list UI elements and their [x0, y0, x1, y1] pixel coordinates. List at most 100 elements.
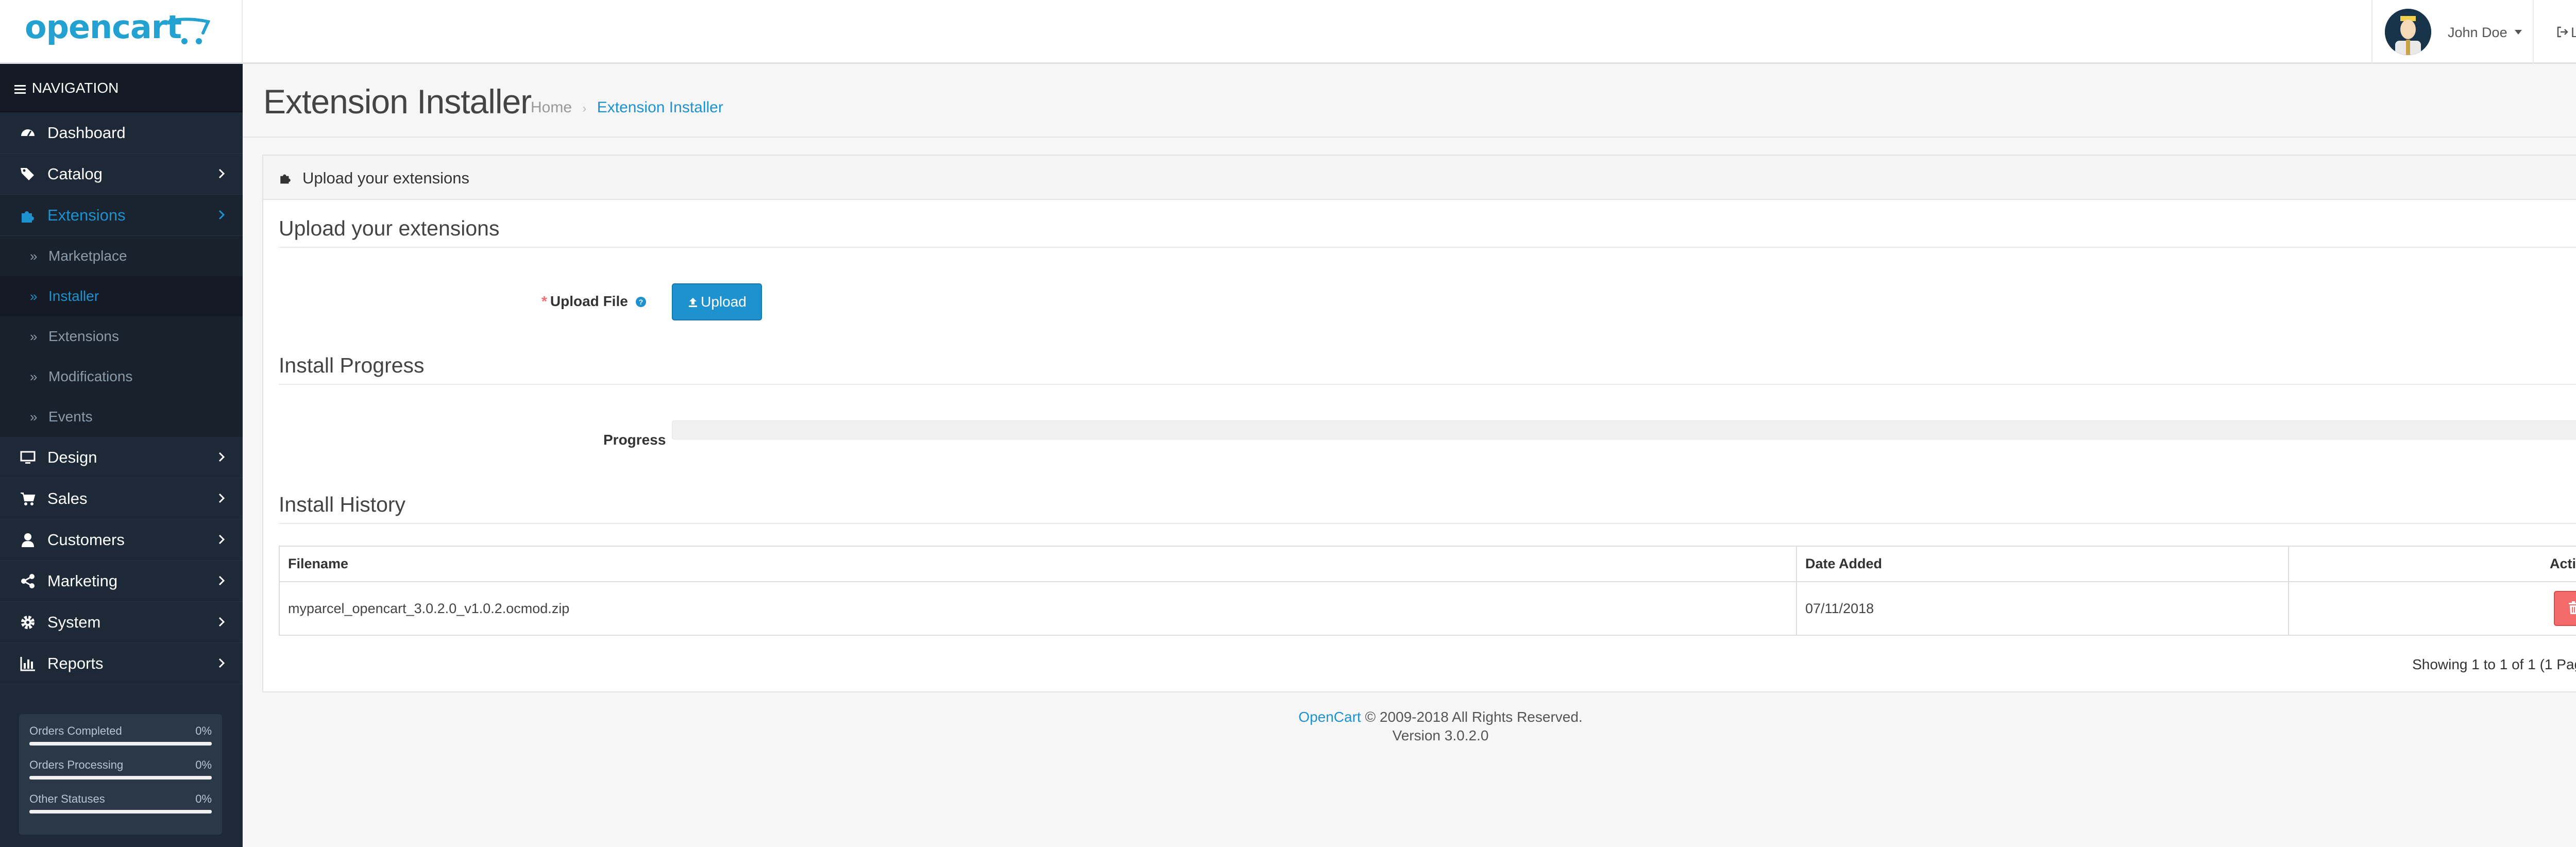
sidebar: NAVIGATION Dashboard Catalog Extensions …	[0, 64, 243, 847]
panel-heading: Upload your extensions	[263, 156, 2576, 200]
page-title: Extension Installer	[263, 82, 532, 121]
sidebar-item-label: System	[47, 613, 101, 631]
cell-action	[2288, 581, 2576, 636]
submenu-item-events[interactable]: » Events	[0, 397, 243, 437]
table-row: myparcel_opencart_3.0.2.0_v1.0.2.ocmod.z…	[279, 581, 2576, 636]
chevron-right-icon	[218, 452, 225, 462]
caret-down-icon	[2515, 30, 2522, 35]
breadcrumb-current-link[interactable]: Extension Installer	[597, 99, 723, 116]
page-header: Extension Installer Home › Extension Ins…	[243, 64, 2576, 138]
sidebar-item-catalog[interactable]: Catalog	[0, 154, 243, 195]
footer: OpenCart © 2009-2018 All Rights Reserved…	[262, 708, 2576, 745]
panel-heading-title: Upload your extensions	[302, 169, 469, 187]
navigation-title: NAVIGATION	[31, 80, 119, 96]
upload-legend: Upload your extensions	[279, 216, 2576, 248]
svg-text:?: ?	[638, 298, 643, 306]
submenu-item-marketplace[interactable]: » Marketplace	[0, 236, 243, 276]
submenu-item-modifications[interactable]: » Modifications	[0, 357, 243, 397]
sidebar-item-label: Design	[47, 448, 97, 466]
order-stats-panel: Orders Completed 0% Orders Processing 0%…	[19, 714, 222, 835]
sidebar-item-sales[interactable]: Sales	[0, 478, 243, 519]
stat-label: Orders Completed	[29, 724, 122, 737]
sidebar-item-system[interactable]: System	[0, 602, 243, 643]
submenu-item-label: Marketplace	[48, 248, 127, 264]
column-header-date-added: Date Added	[1796, 546, 2289, 582]
tags-icon	[21, 168, 34, 180]
logo-text: opencart	[25, 8, 182, 46]
double-chevron-icon: »	[30, 409, 38, 425]
user-dropdown[interactable]: John Doe	[2371, 0, 2533, 64]
chevron-right-icon	[218, 493, 225, 503]
sidebar-item-label: Customers	[47, 531, 125, 549]
install-history-table: Filename Date Added Action myparcel_open…	[279, 546, 2576, 636]
double-chevron-icon: »	[30, 248, 38, 264]
sign-out-icon	[2557, 26, 2568, 38]
opencart-link[interactable]: OpenCart	[1298, 709, 1361, 725]
breadcrumb: Home › Extension Installer	[531, 99, 723, 116]
double-chevron-icon: »	[30, 329, 38, 344]
upload-icon	[689, 298, 698, 307]
install-progress-bar	[672, 420, 2576, 439]
upload-file-label: * Upload File ?	[541, 293, 647, 310]
logo[interactable]: opencart	[0, 0, 243, 64]
sidebar-item-design[interactable]: Design	[0, 437, 243, 478]
avatar	[2385, 9, 2431, 55]
trash-icon	[2569, 601, 2576, 614]
submenu-item-extensions[interactable]: » Extensions	[0, 316, 243, 357]
dashboard-icon	[21, 129, 35, 137]
submenu-item-label: Modifications	[48, 368, 133, 384]
sidebar-item-label: Extensions	[47, 206, 126, 224]
stat-value: 0%	[195, 724, 212, 737]
sidebar-item-marketing[interactable]: Marketing	[0, 561, 243, 602]
cart-logo-icon	[169, 18, 210, 44]
logout-button[interactable]: Logout	[2533, 0, 2576, 64]
monitor-icon	[20, 451, 36, 464]
footer-version: Version 3.0.2.0	[1392, 727, 1489, 743]
sidebar-item-extensions[interactable]: Extensions	[0, 195, 243, 236]
upload-button-label: Upload	[701, 294, 747, 310]
stat-progress-bar	[29, 776, 212, 780]
table-header-row: Filename Date Added Action	[279, 546, 2576, 582]
sidebar-item-reports[interactable]: Reports	[0, 643, 243, 684]
breadcrumb-home-link[interactable]: Home	[531, 99, 572, 116]
sidebar-item-label: Sales	[47, 489, 88, 507]
column-header-filename: Filename	[279, 546, 1797, 582]
breadcrumb-separator-icon: ›	[582, 101, 587, 115]
required-asterisk: *	[541, 293, 547, 309]
footer-copyright-line: OpenCart © 2009-2018 All Rights Reserved…	[262, 708, 2576, 726]
stat-orders-completed: Orders Completed 0%	[29, 720, 212, 754]
stat-label: Orders Processing	[29, 758, 124, 771]
submenu-item-installer[interactable]: » Installer	[0, 276, 243, 316]
sidebar-item-label: Reports	[47, 654, 104, 672]
chevron-right-icon	[218, 658, 225, 668]
stat-label: Other Statuses	[29, 792, 105, 805]
cell-filename: myparcel_opencart_3.0.2.0_v1.0.2.ocmod.z…	[279, 581, 1797, 636]
upload-file-label-text: Upload File	[550, 293, 628, 309]
delete-button[interactable]	[2554, 591, 2576, 626]
navigation-header: NAVIGATION	[0, 64, 243, 112]
upload-panel: Upload your extensions Upload your exten…	[262, 155, 2576, 692]
stat-progress-bar	[29, 810, 212, 814]
puzzle-icon	[22, 211, 34, 223]
chevron-right-icon	[218, 210, 225, 220]
footer-copyright: © 2009-2018 All Rights Reserved.	[1365, 709, 1583, 725]
sidebar-item-label: Catalog	[47, 165, 103, 183]
cart-icon	[21, 493, 36, 505]
upload-button[interactable]: Upload	[672, 283, 762, 320]
pagination-info: Showing 1 to 1 of 1 (1 Pages)	[2412, 656, 2576, 672]
double-chevron-icon: »	[30, 369, 38, 384]
chevron-right-icon	[218, 534, 225, 545]
help-icon[interactable]: ?	[635, 296, 647, 308]
submenu-item-label: Extensions	[48, 328, 119, 344]
sidebar-item-customers[interactable]: Customers	[0, 519, 243, 561]
sidebar-item-label: Dashboard	[47, 124, 126, 142]
stat-value: 0%	[195, 792, 212, 805]
history-legend: Install History	[279, 493, 2576, 524]
chevron-right-icon	[218, 617, 225, 627]
sidebar-item-dashboard[interactable]: Dashboard	[0, 112, 243, 154]
stat-other-statuses: Other Statuses 0%	[29, 788, 212, 822]
double-chevron-icon: »	[30, 289, 38, 304]
progress-legend: Install Progress	[279, 353, 2576, 385]
share-icon	[21, 574, 35, 588]
submenu-item-label: Events	[48, 409, 93, 425]
